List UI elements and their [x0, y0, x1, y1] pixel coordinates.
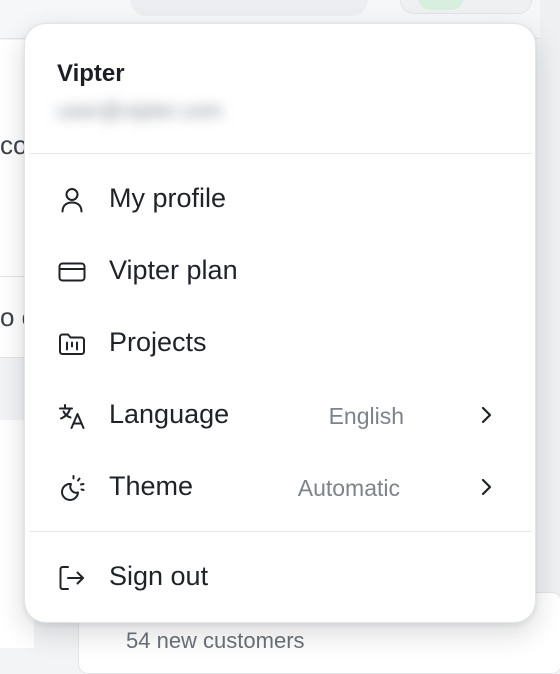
user-name: Vipter	[57, 60, 125, 87]
menu-item-language[interactable]: Language English	[25, 385, 535, 445]
credit-card-icon	[57, 257, 87, 287]
user-icon	[57, 185, 87, 215]
current-theme-value: Automatic	[297, 475, 400, 501]
chevron-right-icon	[475, 403, 497, 427]
background-stat-text: 54 new customers	[126, 628, 305, 653]
menu-item-label: Theme	[109, 471, 194, 501]
menu-item-label: Sign out	[109, 561, 209, 591]
menu-item-projects[interactable]: Projects	[25, 313, 535, 373]
menu-item-label: Projects	[109, 327, 207, 357]
chevron-right-icon	[475, 475, 497, 499]
folder-kanban-icon	[57, 329, 87, 359]
menu-item-my-profile[interactable]: My profile	[25, 169, 535, 229]
account-menu-header: Vipter user@vipter.com	[25, 24, 535, 154]
menu-item-label: Vipter plan	[109, 255, 238, 285]
theme-icon	[57, 473, 87, 503]
current-language-value: English	[328, 403, 404, 429]
menu-item-label: Language	[109, 399, 230, 429]
menu-item-sign-out[interactable]: Sign out	[25, 547, 535, 607]
sign-out-icon	[57, 563, 87, 593]
menu-divider	[30, 531, 532, 532]
user-email: user@vipter.com	[57, 98, 223, 123]
language-icon	[57, 401, 87, 431]
account-menu: Vipter user@vipter.com My profile Vipter…	[24, 23, 536, 623]
background-search-bar	[130, 0, 368, 16]
background-right-strip	[540, 0, 560, 648]
menu-divider	[30, 153, 532, 154]
menu-item-label: My profile	[109, 183, 227, 213]
menu-item-theme[interactable]: Theme Automatic	[25, 457, 535, 517]
menu-item-vipter-plan[interactable]: Vipter plan	[25, 241, 535, 301]
